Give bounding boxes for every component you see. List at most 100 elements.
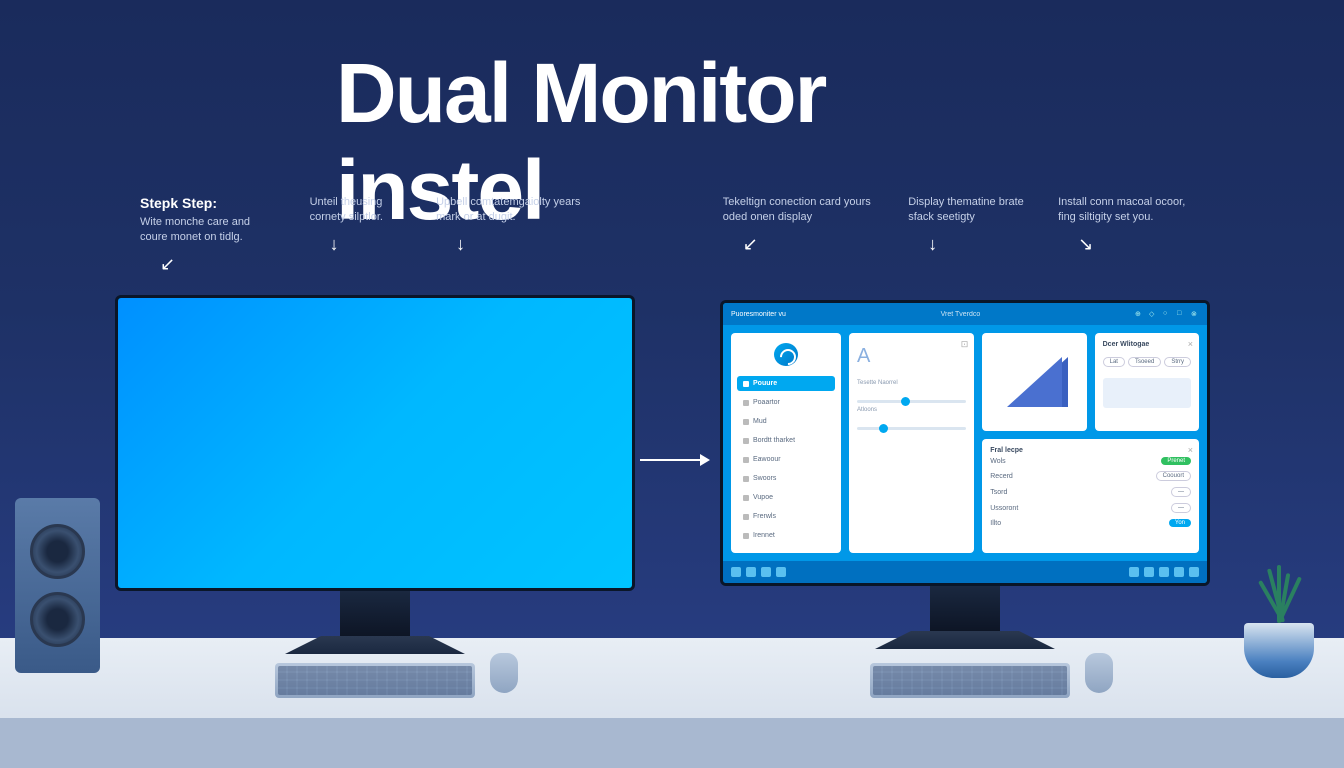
taskbar-icon[interactable] bbox=[746, 567, 756, 577]
window-icon[interactable]: □ bbox=[1177, 310, 1185, 318]
status-badge: Prenet bbox=[1161, 457, 1191, 465]
arrow-right-icon bbox=[640, 450, 710, 475]
sidebar-item[interactable]: Frerwls bbox=[737, 509, 835, 524]
avatar-icon bbox=[774, 343, 798, 366]
sidebar-item[interactable]: Irennet bbox=[737, 528, 835, 543]
sidebar-item-active[interactable]: Pouure bbox=[737, 376, 835, 391]
arrow-down-icon: ↘ bbox=[1078, 234, 1093, 255]
slider[interactable] bbox=[857, 427, 966, 430]
speaker-cone-icon bbox=[30, 524, 85, 579]
taskbar-icon[interactable] bbox=[1129, 567, 1139, 577]
step-4: Tekeltign conection card yours oded onen… bbox=[723, 195, 878, 275]
monitor-bezel: Puoresmoniter vu Vret Tverdco ⊕ ◇ ○ □ ⊗ … bbox=[720, 300, 1210, 586]
taskbar bbox=[723, 561, 1207, 583]
screen-app: Puoresmoniter vu Vret Tverdco ⊕ ◇ ○ □ ⊗ … bbox=[723, 303, 1207, 583]
taskbar-icon[interactable] bbox=[761, 567, 771, 577]
pill-button[interactable]: Strry bbox=[1164, 357, 1191, 367]
arrow-down-icon: ↙ bbox=[160, 254, 175, 275]
plant-leaves-icon bbox=[1244, 563, 1314, 623]
row-label: Wols bbox=[990, 458, 1005, 465]
step-2: Unteil theusing cornety silptlor. ↓ bbox=[310, 195, 406, 275]
taskbar-icon[interactable] bbox=[731, 567, 741, 577]
close-icon[interactable]: × bbox=[1188, 445, 1193, 455]
mouse bbox=[490, 653, 518, 693]
monitor-right: Puoresmoniter vu Vret Tverdco ⊕ ◇ ○ □ ⊗ … bbox=[720, 300, 1210, 649]
sidebar-item[interactable]: Vupoe bbox=[737, 490, 835, 505]
plant bbox=[1244, 563, 1314, 678]
pill-button[interactable]: Lat bbox=[1103, 357, 1125, 367]
row-value: Coouort bbox=[1156, 471, 1191, 481]
window-icon[interactable]: ⊗ bbox=[1191, 310, 1199, 318]
taskbar-right bbox=[1129, 567, 1199, 577]
step-text: Unteil theusing cornety silptlor. bbox=[310, 195, 406, 226]
sidebar-item[interactable]: Mud bbox=[737, 414, 835, 429]
monitor-bezel: vu bbox=[115, 295, 635, 591]
sidebar-item[interactable]: Eawoour bbox=[737, 452, 835, 467]
sidebar-item[interactable]: Poaartor bbox=[737, 395, 835, 410]
sidebar-item[interactable]: Bordtt tharket bbox=[737, 433, 835, 448]
taskbar-icon[interactable] bbox=[1144, 567, 1154, 577]
step-title: Stepk Step: bbox=[140, 195, 217, 211]
app-title: Puoresmoniter vu bbox=[731, 311, 786, 318]
sidebar-item-label: Eawoour bbox=[753, 456, 781, 463]
step-text: Display thematine brate sfack seetigty bbox=[908, 195, 1028, 226]
step-text: Upbell comtatemgaiolty years mark or at … bbox=[436, 195, 583, 226]
step-5: Display thematine brate sfack seetigty ↓ bbox=[908, 195, 1028, 275]
app-subtitle: Vret Tverdco bbox=[941, 311, 981, 318]
card-title: Dcer Wlitogae bbox=[1103, 341, 1191, 348]
sidebar-item-label: Bordtt tharket bbox=[753, 437, 795, 444]
action-button[interactable]: Yon bbox=[1169, 519, 1191, 527]
close-icon[interactable]: × bbox=[1188, 339, 1193, 349]
sidebar-item-label: Pouure bbox=[753, 380, 777, 387]
desk-edge bbox=[0, 718, 1344, 768]
steps-row: Stepk Step: Wite monche care and coure m… bbox=[0, 195, 1344, 275]
speaker-cone-icon bbox=[30, 592, 85, 647]
triangle-icon bbox=[1007, 357, 1062, 407]
pill-button[interactable]: Tsoeed bbox=[1128, 357, 1161, 367]
step-text: Tekeltign conection card yours oded onen… bbox=[723, 195, 878, 226]
keyboard bbox=[870, 663, 1070, 698]
card-actions: × Dcer Wlitogae LatTsoeedStrry bbox=[1095, 333, 1199, 431]
card-chart bbox=[982, 333, 1086, 431]
content-block bbox=[1103, 378, 1191, 408]
sidebar-item[interactable]: Swoors bbox=[737, 471, 835, 486]
speaker bbox=[15, 498, 100, 673]
sidebar-item-label: Frerwls bbox=[753, 513, 776, 520]
close-icon[interactable]: ⊡ bbox=[961, 339, 969, 350]
sidebar-item-label: Mud bbox=[753, 418, 767, 425]
monitor-left: vu bbox=[115, 295, 635, 654]
arrow-down-icon: ↙ bbox=[743, 234, 758, 255]
sidebar: Pouure Poaartor Mud Bordtt tharket Eawoo… bbox=[731, 333, 841, 553]
step-text: Wite monche care and coure monet on tidl… bbox=[140, 215, 280, 246]
card-big-letter: A bbox=[857, 345, 966, 368]
taskbar-icon[interactable] bbox=[1159, 567, 1169, 577]
monitor-stand bbox=[720, 586, 1210, 649]
taskbar-icon[interactable] bbox=[1189, 567, 1199, 577]
step-6: Install conn macoal ocoor, fing siltigit… bbox=[1058, 195, 1204, 275]
main-area: ⊡ A Tesette Naorrel Atloons × Dcer Wlito… bbox=[849, 333, 1199, 553]
window-icon[interactable]: ○ bbox=[1163, 310, 1171, 318]
taskbar-left bbox=[731, 567, 786, 577]
plant-pot-icon bbox=[1244, 623, 1314, 678]
step-text: Install conn macoal ocoor, fing siltigit… bbox=[1058, 195, 1204, 226]
sidebar-item-label: Vupoe bbox=[753, 494, 773, 501]
arrow-down-icon: ↓ bbox=[330, 234, 339, 255]
slider[interactable] bbox=[857, 400, 966, 403]
screen-blank bbox=[118, 298, 632, 588]
sidebar-item-label: Poaartor bbox=[753, 399, 780, 406]
taskbar-icon[interactable] bbox=[1174, 567, 1184, 577]
window-icon[interactable]: ◇ bbox=[1149, 310, 1157, 318]
arrow-right-icon bbox=[640, 450, 710, 470]
monitor-stand bbox=[115, 591, 635, 654]
slider-label: Atloons bbox=[857, 407, 966, 413]
sidebar-item-label: Irennet bbox=[753, 532, 775, 539]
app-body: Pouure Poaartor Mud Bordtt tharket Eawoo… bbox=[723, 325, 1207, 561]
window-icon[interactable]: ⊕ bbox=[1135, 310, 1143, 318]
taskbar-icon[interactable] bbox=[776, 567, 786, 577]
mouse bbox=[1085, 653, 1113, 693]
arrow-down-icon: ↓ bbox=[456, 234, 465, 255]
step-3: Upbell comtatemgaiolty years mark or at … bbox=[436, 195, 583, 275]
row-label: Tsord bbox=[990, 489, 1007, 496]
app-titlebar: Puoresmoniter vu Vret Tverdco ⊕ ◇ ○ □ ⊗ bbox=[723, 303, 1207, 325]
titlebar-icons: ⊕ ◇ ○ □ ⊗ bbox=[1135, 310, 1199, 318]
